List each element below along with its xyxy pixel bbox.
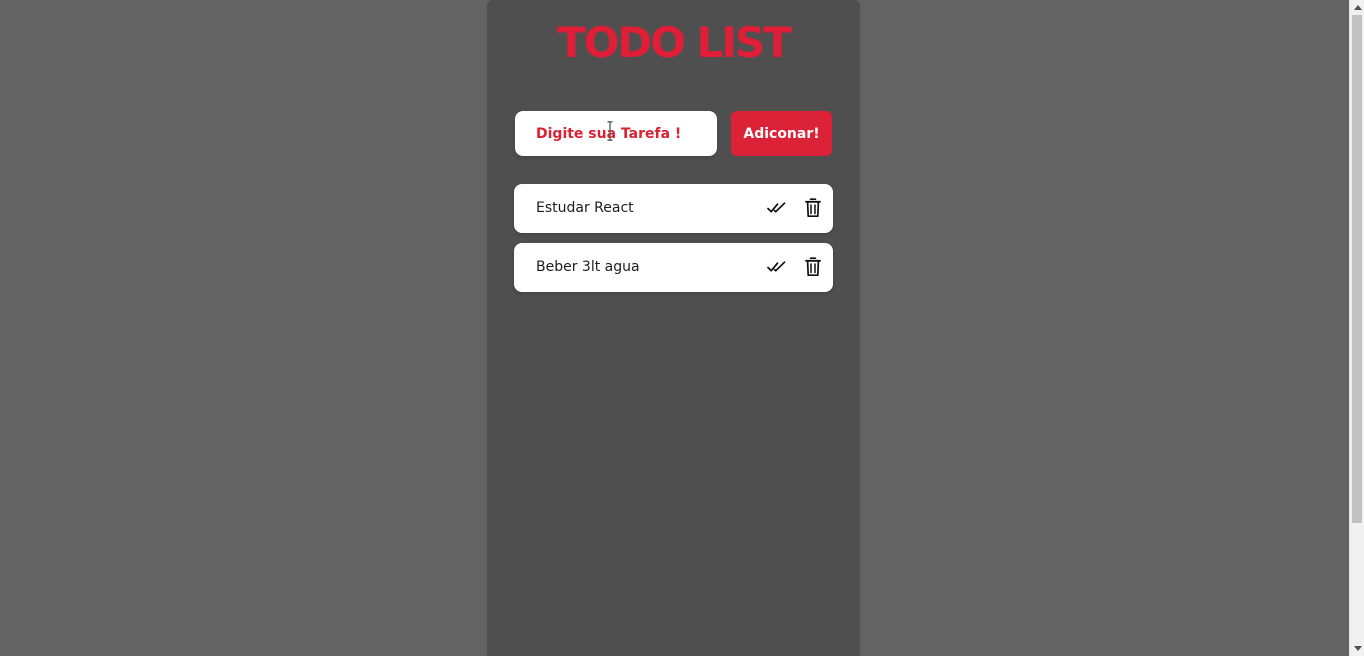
todo-item: Estudar React xyxy=(514,184,833,233)
scroll-down-arrow-icon[interactable] xyxy=(1350,641,1364,656)
add-task-button[interactable]: Adiconar! xyxy=(731,111,832,156)
scroll-up-arrow-icon[interactable] xyxy=(1350,0,1364,15)
todo-item-text: Beber 3lt agua xyxy=(536,259,640,275)
todo-item: Beber 3lt agua xyxy=(514,243,833,292)
todo-item-text: Estudar React xyxy=(536,200,634,216)
todo-list: Estudar React Beber 3lt agua xyxy=(514,184,833,302)
trash-icon[interactable] xyxy=(801,255,825,279)
page-title: TODO LIST xyxy=(557,18,792,67)
task-input[interactable] xyxy=(515,111,717,156)
double-check-icon[interactable] xyxy=(765,255,789,279)
browser-viewport: TODO LIST Adiconar! Estudar React xyxy=(0,0,1364,656)
trash-icon[interactable] xyxy=(801,196,825,220)
vertical-scrollbar[interactable] xyxy=(1349,0,1364,656)
double-check-icon[interactable] xyxy=(765,196,789,220)
todo-app-panel: TODO LIST Adiconar! Estudar React xyxy=(487,0,860,656)
scrollbar-thumb[interactable] xyxy=(1352,15,1362,523)
